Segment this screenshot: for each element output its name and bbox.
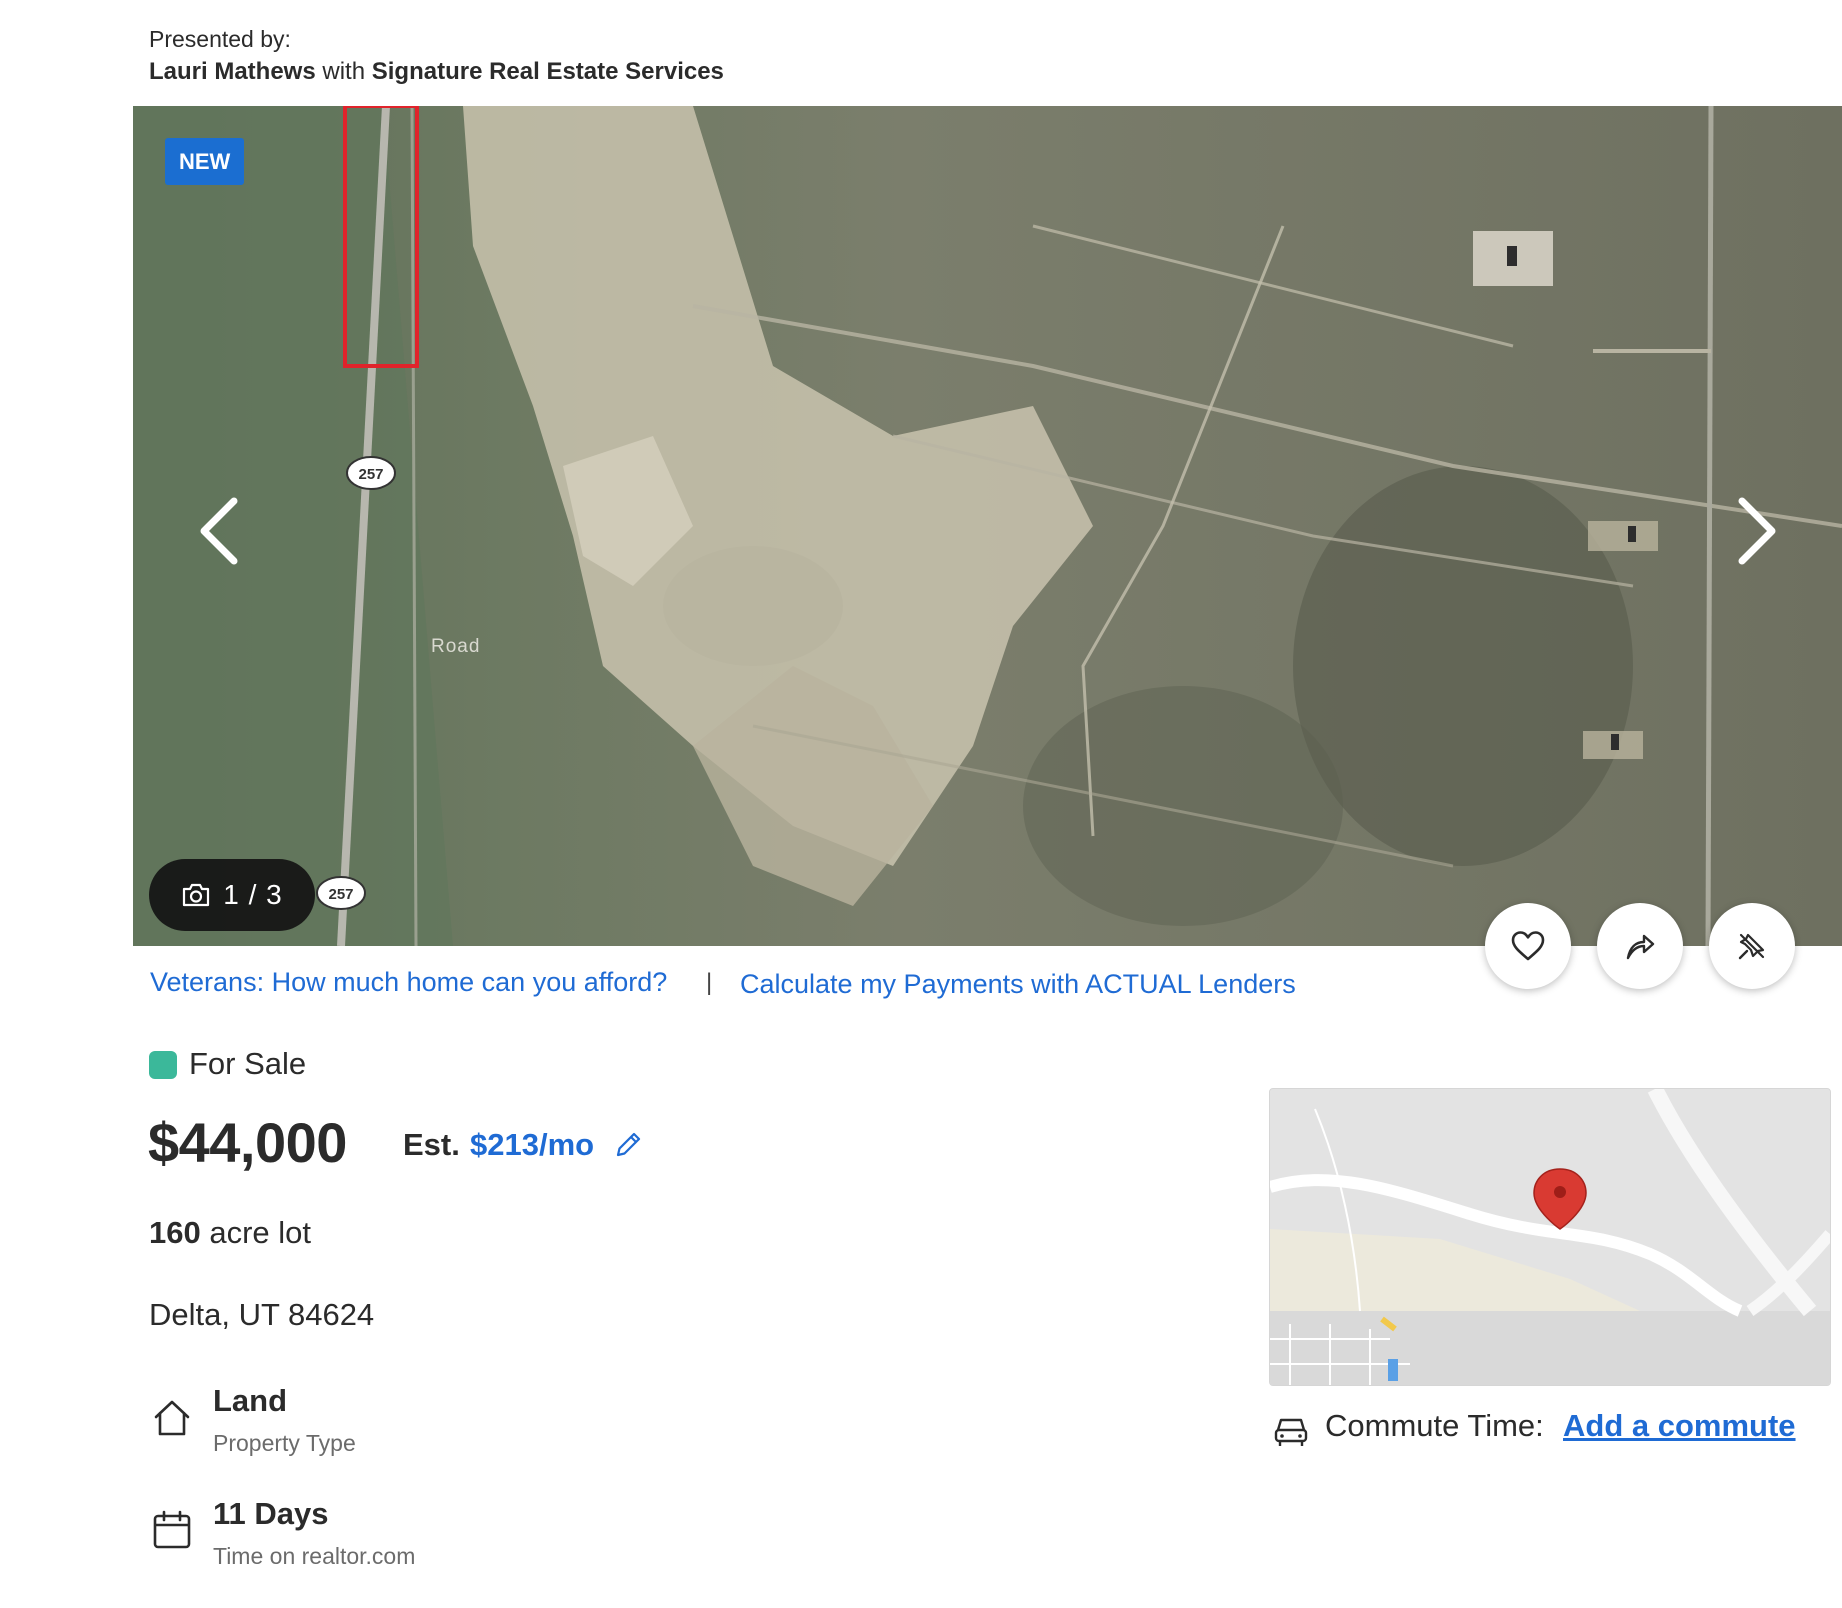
share-listing-button[interactable] — [1597, 903, 1683, 989]
house-icon — [150, 1396, 196, 1442]
chevron-right-icon — [1738, 497, 1776, 565]
lot-size-number: 160 — [149, 1215, 201, 1250]
calendar-icon — [150, 1508, 196, 1554]
agent-name[interactable]: Lauri Mathews — [149, 58, 316, 85]
heart-icon — [1511, 931, 1545, 961]
listing-address: Delta, UT 84624 — [149, 1297, 375, 1332]
chevron-left-icon — [200, 497, 238, 565]
share-arrow-icon — [1626, 934, 1655, 960]
presented-connector: with — [322, 58, 366, 85]
next-photo-button[interactable] — [1718, 481, 1798, 581]
edit-payment-button[interactable] — [613, 1130, 643, 1165]
new-badge: NEW — [165, 138, 245, 185]
photo-counter[interactable]: 1 / 3 — [149, 859, 315, 931]
photo-counter-text: 1 / 3 — [223, 879, 283, 910]
previous-photo-button[interactable] — [178, 481, 258, 581]
pencil-icon — [616, 1132, 641, 1157]
property-type-label: Property Type — [213, 1430, 356, 1456]
satellite-photo[interactable]: 257 257 Road — [133, 106, 1842, 946]
listing-status: For Sale — [189, 1046, 307, 1081]
estimated-payment-link[interactable]: $213/mo — [470, 1127, 594, 1163]
lot-size-unit: acre lot — [209, 1215, 312, 1250]
add-commute-link[interactable]: Add a commute — [1563, 1408, 1796, 1444]
presented-by-line: Lauri Mathews with Signature Real Estate… — [149, 58, 724, 86]
time-on-site-value: 11 Days — [213, 1496, 329, 1531]
save-listing-button[interactable] — [1485, 903, 1571, 989]
property-type-value: Land — [213, 1383, 288, 1418]
time-on-site-label: Time on realtor.com — [213, 1543, 416, 1569]
estimated-payment-label: Est. — [403, 1127, 460, 1162]
camera-icon — [183, 883, 210, 907]
road-label: Road — [431, 636, 480, 657]
route-shield-bottom: 257 — [328, 886, 353, 903]
location-map[interactable] — [1269, 1088, 1831, 1386]
commute-time-label: Commute Time: — [1325, 1408, 1544, 1443]
listing-price: $44,000 — [148, 1111, 347, 1174]
unpin-icon — [1738, 933, 1765, 960]
links-divider: | — [706, 969, 713, 996]
status-indicator — [149, 1051, 177, 1079]
photo-carousel[interactable]: 257 257 Road NEW 1 / 3 — [133, 106, 1842, 946]
hide-listing-button[interactable] — [1709, 903, 1795, 989]
route-shield-top: 257 — [358, 466, 383, 483]
brokerage-name[interactable]: Signature Real Estate Services — [372, 58, 724, 85]
car-icon — [1271, 1410, 1311, 1455]
presented-by-label: Presented by: — [149, 26, 291, 52]
calculate-payments-link[interactable]: Calculate my Payments with ACTUAL Lender… — [740, 969, 1296, 1000]
lot-size: 160 acre lot — [149, 1215, 311, 1251]
veterans-affordability-link[interactable]: Veterans: How much home can you afford? — [150, 967, 667, 998]
